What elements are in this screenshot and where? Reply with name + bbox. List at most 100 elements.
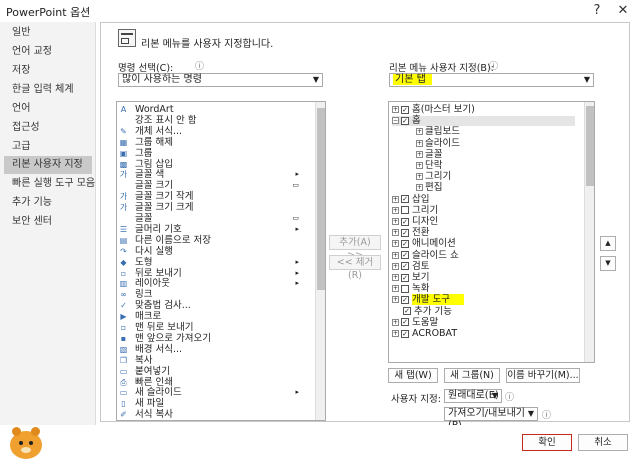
expand-icon[interactable]: + — [392, 318, 399, 326]
tree-node[interactable]: + 슬라이드 — [416, 138, 460, 149]
command-item[interactable]: 가 글꼴 색 ▸ — [117, 169, 313, 180]
command-item[interactable]: ▧ 배경 서식... — [117, 344, 313, 355]
move-down-button[interactable]: ▼ — [600, 256, 616, 271]
command-item[interactable]: ▦ 그룹 해제 — [117, 137, 313, 148]
tree-node[interactable]: + ✓ 검토 — [392, 261, 429, 272]
expand-icon[interactable]: + — [392, 218, 399, 225]
ribbon-info-icon[interactable]: ⓘ — [489, 59, 498, 72]
ribbon-dropdown[interactable]: 기본 탭 ▼ — [389, 73, 594, 87]
command-item[interactable]: 강조 표시 안 함 — [117, 115, 313, 126]
expand-icon[interactable]: + — [416, 150, 423, 158]
command-item[interactable]: 글꼴 ▭ — [117, 213, 313, 224]
expand-icon[interactable]: + — [416, 173, 423, 181]
tab-checkbox[interactable]: ✓ — [403, 307, 411, 316]
tree-node[interactable]: + ✓ 보기 — [392, 273, 429, 283]
help-button[interactable]: ? — [587, 1, 607, 21]
new-group-button[interactable]: 새 그룹(N) — [444, 368, 500, 383]
close-button[interactable]: ✕ — [613, 1, 633, 21]
move-up-button[interactable]: ▲ — [600, 236, 616, 251]
command-item[interactable]: ✓ 맞춤법 검사... — [117, 300, 313, 311]
expand-icon[interactable]: + — [392, 206, 399, 214]
expand-icon[interactable]: + — [392, 274, 399, 281]
expand-icon[interactable]: + — [392, 240, 399, 248]
tab-checkbox[interactable]: ✓ — [401, 262, 409, 271]
command-item[interactable]: ▫ 뒤로 보내기 ▸ — [117, 268, 313, 279]
command-item[interactable]: 가 글꼴 크기 작게 — [117, 191, 313, 202]
tree-node[interactable]: + 그리기 — [392, 205, 438, 216]
import-export-dropdown[interactable]: 가져오기/내보내기(P) ▼ — [444, 407, 538, 431]
expand-icon[interactable]: + — [392, 296, 399, 304]
reset-dropdown[interactable]: 원래대로(E) ▼ — [444, 389, 502, 403]
rename-button[interactable]: 이름 바꾸기(M)... — [506, 368, 580, 383]
tree-node[interactable]: + ✓ 개발 도구 — [392, 294, 464, 306]
command-item[interactable]: 글꼴 크기 ▭ — [117, 180, 313, 191]
add-button[interactable]: 추가(A) >> — [329, 235, 381, 261]
command-item[interactable]: A WordArt — [117, 104, 313, 115]
tree-node[interactable]: ✓ 추가 기능 — [392, 306, 452, 317]
tree-node[interactable]: + ✓ 도움말 — [392, 317, 438, 328]
sidebar-item[interactable]: 한글 입력 체계 — [4, 81, 92, 99]
command-item[interactable]: 가 글꼴 크기 크게 — [117, 202, 313, 213]
tab-checkbox[interactable]: ✓ — [401, 239, 409, 248]
ribbon-scroll-thumb[interactable] — [586, 106, 594, 186]
reset-info-icon[interactable]: ⓘ — [505, 390, 514, 403]
tree-node[interactable]: + ✓ 디자인 — [392, 217, 438, 227]
tree-node[interactable]: + ✓ 삽입 — [392, 194, 429, 205]
command-item[interactable]: ❐ 복사 — [117, 355, 313, 366]
expand-icon[interactable]: + — [416, 184, 423, 192]
command-item[interactable]: ∞ 링크 — [117, 289, 313, 300]
expand-icon[interactable]: + — [416, 162, 423, 169]
tab-checkbox[interactable] — [401, 206, 409, 215]
sidebar-item[interactable]: 추가 기능 — [4, 194, 92, 212]
cancel-button[interactable]: 취소 — [578, 434, 628, 451]
commands-info-icon[interactable]: ⓘ — [195, 59, 204, 72]
command-item[interactable]: ▶ 매크로 — [117, 311, 313, 322]
expand-icon[interactable]: + — [416, 139, 423, 147]
command-item[interactable]: ▯ 새 파일 — [117, 398, 313, 409]
expand-icon[interactable]: + — [392, 251, 399, 259]
expand-icon[interactable]: + — [392, 330, 399, 337]
tree-node[interactable]: − ✓ 홈 — [392, 116, 575, 127]
tab-checkbox[interactable]: ✓ — [401, 273, 409, 282]
import-export-info-icon[interactable]: ⓘ — [542, 408, 551, 421]
commands-dropdown[interactable]: 많이 사용하는 명령 ▼ — [118, 73, 323, 87]
command-item[interactable]: ✎ 개체 서식... — [117, 126, 313, 137]
command-item[interactable]: ⎙ 빠른 인쇄 — [117, 377, 313, 388]
command-item[interactable]: ☰ 글머리 기호 ▸ — [117, 224, 313, 235]
command-item[interactable]: ▪ 맨 앞으로 가져오기 — [117, 333, 313, 344]
tree-node[interactable]: + 단락 — [416, 161, 442, 171]
sidebar-item[interactable]: 언어 — [4, 100, 92, 118]
ribbon-scrollbar[interactable] — [584, 102, 594, 362]
tab-checkbox[interactable] — [401, 284, 409, 293]
tab-checkbox[interactable]: ✓ — [401, 251, 409, 260]
tab-checkbox[interactable]: ✓ — [401, 195, 409, 204]
tab-checkbox[interactable]: ✓ — [401, 295, 409, 304]
tab-checkbox[interactable]: ✓ — [401, 105, 409, 114]
command-item[interactable]: ▣ 그룹 — [117, 148, 313, 159]
expand-icon[interactable]: + — [392, 262, 399, 270]
tab-checkbox[interactable]: ✓ — [401, 217, 409, 226]
tree-node[interactable]: + 녹화 — [392, 284, 429, 294]
remove-button[interactable]: << 제거(R) — [329, 255, 381, 281]
tree-node[interactable]: + 편집 — [416, 183, 442, 193]
expand-icon[interactable]: + — [392, 195, 399, 203]
tree-node[interactable]: + ✓ ACROBAT — [392, 329, 457, 339]
commands-list[interactable]: ✐ 서식 복사 ▯ 새 파일 ▭ 새 슬라이드 ▸ ⎙ 빠른 인쇄 ▭ 붙여넣기 ❐ 복사 ▧ 배경 서식.… — [116, 101, 326, 421]
tree-node[interactable]: + 글꼴 — [416, 149, 442, 160]
command-item[interactable]: ✐ 서식 복사 — [117, 409, 313, 420]
tab-checkbox[interactable]: ✓ — [401, 228, 409, 237]
command-item[interactable]: ▫ 맨 뒤로 보내기 — [117, 322, 313, 333]
tab-checkbox[interactable]: ✓ — [401, 329, 409, 338]
command-item[interactable]: ▩ 그림 삽입 — [117, 159, 313, 170]
command-item[interactable]: ▥ 레이아웃 ▸ — [117, 278, 313, 289]
ribbon-tree[interactable]: + ✓ ACROBAT + ✓ 도움말 ✓ 추가 기능 + ✓ 개발 도구 + 녹화 + ✓ 보기 + ✓ 검토 + ✓… — [388, 101, 595, 363]
sidebar-item[interactable]: 빠른 실행 도구 모음 — [4, 175, 95, 193]
tab-checkbox[interactable]: ✓ — [401, 318, 409, 327]
tab-checkbox[interactable]: ✓ — [401, 116, 409, 125]
expand-icon[interactable]: + — [392, 229, 399, 237]
collapse-icon[interactable]: − — [392, 117, 399, 125]
commands-scroll-thumb[interactable] — [317, 108, 325, 290]
sidebar-item[interactable]: 언어 교정 — [4, 43, 92, 61]
tree-node[interactable]: + 클립보드 — [416, 127, 460, 137]
command-item[interactable]: ↷ 다시 실행 — [117, 246, 313, 257]
